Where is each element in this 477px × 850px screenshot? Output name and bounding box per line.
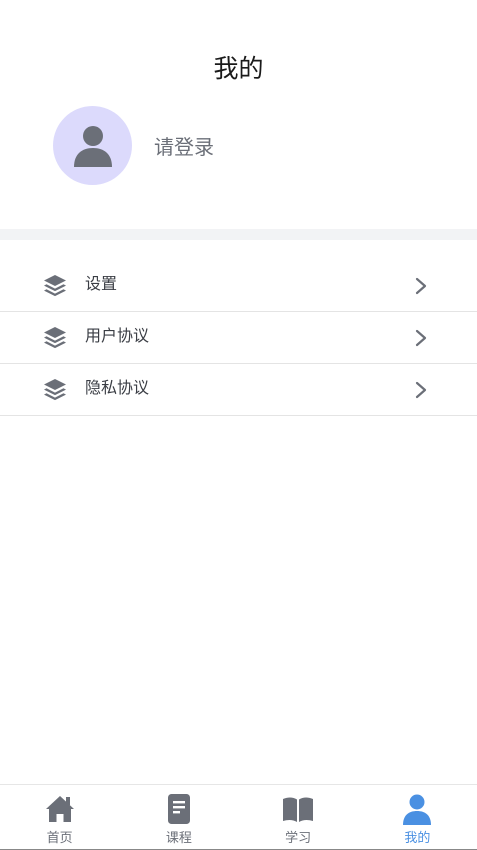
- tab-mine[interactable]: 我的: [358, 785, 477, 850]
- tab-label: 我的: [404, 831, 431, 846]
- tab-home[interactable]: 首页: [0, 785, 119, 850]
- bottom-tab-bar: 首页 课程 学习 我的: [0, 784, 477, 850]
- login-link[interactable]: 请登录: [154, 133, 214, 161]
- layers-icon: [44, 275, 66, 297]
- menu-item-user-agreement[interactable]: 用户协议: [0, 312, 477, 364]
- section-divider: [0, 229, 477, 240]
- tab-label: 课程: [165, 831, 192, 846]
- tab-label: 首页: [46, 831, 73, 846]
- page-title: 我的: [213, 54, 264, 83]
- tab-study[interactable]: 学习: [239, 785, 358, 850]
- tab-courses[interactable]: 课程: [119, 785, 238, 850]
- menu-item-label: 隐私协议: [85, 378, 150, 397]
- chevron-right-icon: [415, 381, 427, 399]
- menu-item-label: 用户协议: [85, 326, 150, 345]
- tab-label: 学习: [285, 831, 312, 846]
- home-icon: [45, 796, 74, 822]
- chevron-right-icon: [415, 329, 427, 347]
- chevron-right-icon: [415, 277, 427, 295]
- book-icon: [283, 797, 314, 822]
- user-icon: [403, 794, 432, 825]
- avatar[interactable]: [53, 106, 132, 185]
- layers-icon: [44, 327, 66, 349]
- menu-item-label: 设置: [85, 274, 118, 293]
- layers-icon: [44, 379, 66, 401]
- profile-screen: 我的 请登录 设置 用户协议 隐私协议 首页 课程 学习 我的: [0, 0, 477, 850]
- menu-item-settings[interactable]: 设置: [0, 260, 477, 312]
- menu-item-privacy-policy[interactable]: 隐私协议: [0, 364, 477, 416]
- settings-menu: 设置 用户协议 隐私协议: [0, 260, 477, 416]
- user-icon: [73, 125, 112, 167]
- document-icon: [167, 794, 190, 824]
